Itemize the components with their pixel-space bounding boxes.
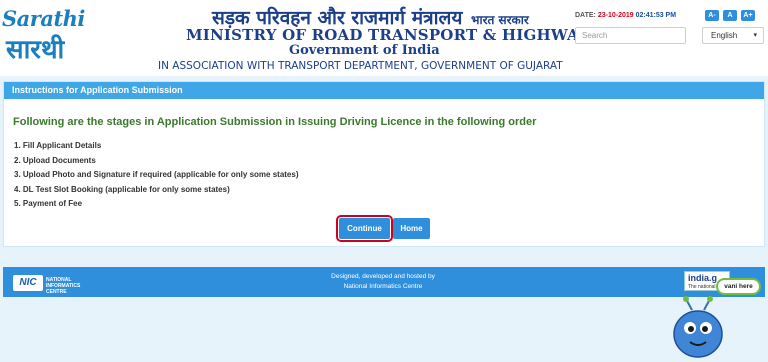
hindi-suffix-text: भारत सरकार (471, 13, 529, 27)
step-item: 5. Payment of Fee (14, 199, 83, 209)
time-value: 02:41:53 PM (635, 12, 677, 19)
date-value: 23-10-2019 (597, 12, 634, 19)
site-footer: NIC NATIONAL INFORMATICS CENTRE Designed… (3, 267, 765, 297)
language-select[interactable]: English ▾ (702, 27, 764, 44)
footer-line-1: Designed, developed and hosted by (331, 273, 435, 280)
footer-line-2: National Informatics Centre (343, 283, 423, 290)
search-input[interactable] (575, 27, 686, 44)
logo-latin-text: Sarathi (2, 6, 85, 31)
step-item: 2. Upload Documents (14, 155, 96, 165)
instructions-heading: Following are the stages in Application … (13, 116, 537, 128)
indiagov-title: india.g (688, 273, 717, 283)
government-subtitle: Government of India (289, 43, 440, 58)
association-line: IN ASSOCIATION WITH TRANSPORT DEPARTMENT… (158, 60, 563, 72)
chatbot-avatar-icon[interactable] (672, 296, 724, 358)
date-label: DATE: (575, 12, 596, 19)
ministry-title: MINISTRY OF ROAD TRANSPORT & HIGHWAYS (186, 26, 601, 44)
font-increase-button[interactable]: A+ (741, 10, 755, 21)
language-value: English (711, 31, 738, 40)
nic-name: NATIONAL INFORMATICS CENTRE (46, 277, 81, 295)
step-item: 3. Upload Photo and Signature if require… (14, 170, 299, 180)
continue-button[interactable]: Continue (336, 215, 393, 242)
steps-list: 1. Fill Applicant Details 2. Upload Docu… (14, 140, 299, 213)
date-time-display: DATE: 23-10-2019 02:41:53 PM (575, 12, 676, 19)
chevron-down-icon: ▾ (753, 32, 757, 39)
chat-bubble[interactable]: vani here (716, 278, 761, 295)
nic-mark: NIC (13, 275, 43, 291)
font-decrease-button[interactable]: A- (705, 10, 719, 21)
logo-devanagari-text: सारथी (6, 34, 65, 64)
footer-credits: Designed, developed and hosted by Nation… (303, 272, 463, 292)
home-button[interactable]: Home (393, 218, 430, 239)
sarathi-logo[interactable]: Sarathi सारथी (2, 6, 85, 66)
step-item: 4. DL Test Slot Booking (applicable for … (14, 184, 230, 194)
site-header: Sarathi सारथी सड़क परिवहन और राजमार्ग मं… (0, 0, 768, 76)
nic-logo[interactable]: NIC NATIONAL INFORMATICS CENTRE (13, 275, 93, 295)
panel-title: Instructions for Application Submission (4, 82, 764, 99)
indiagov-subtitle: The national (688, 284, 716, 290)
step-item: 1. Fill Applicant Details (14, 141, 102, 150)
font-normal-button[interactable]: A (723, 10, 737, 21)
instructions-panel: Instructions for Application Submission … (3, 81, 765, 247)
